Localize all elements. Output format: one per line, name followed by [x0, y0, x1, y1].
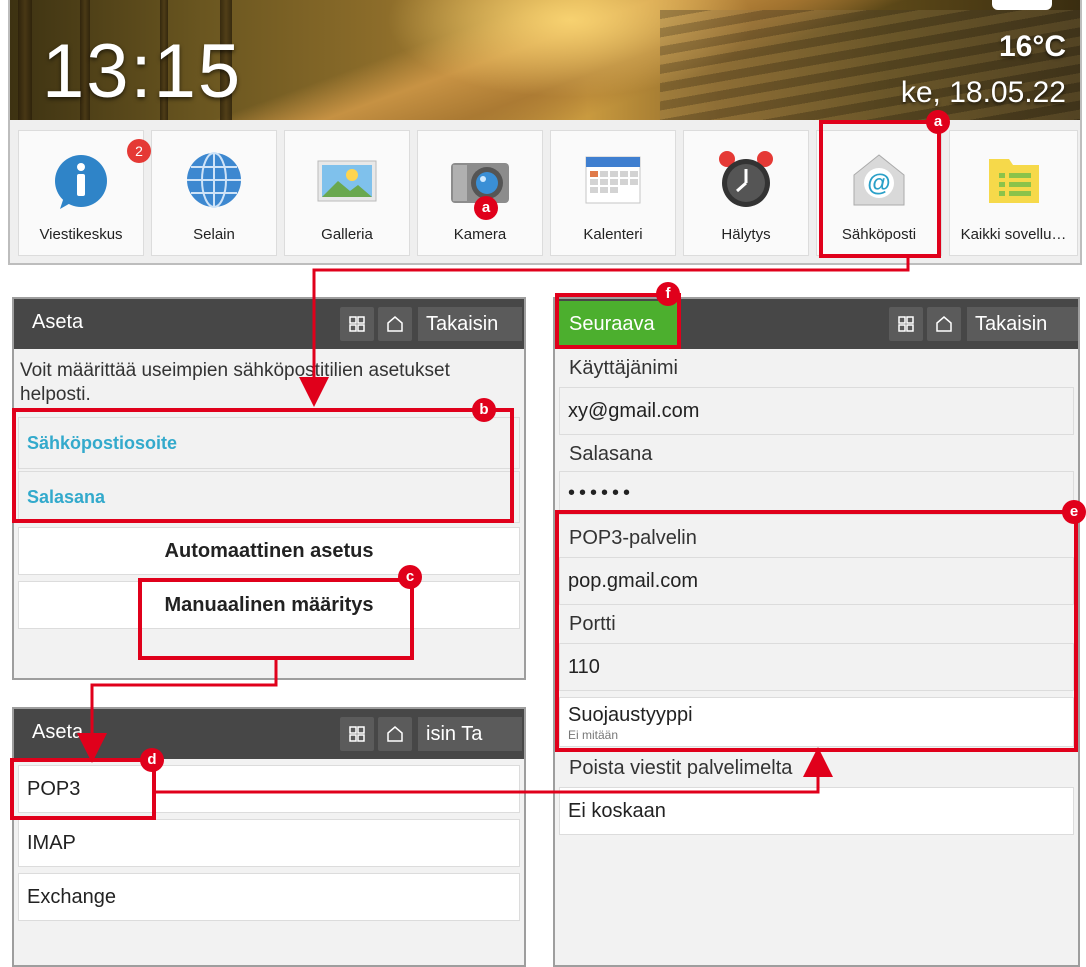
- home-screen: 13:15 16°C ke, 18.05.22 2 Viestikeskus S…: [8, 0, 1082, 265]
- security-type-label: Suojaustyyppi: [568, 704, 693, 726]
- clock-time: 13:15: [42, 29, 243, 114]
- app-label: Selain: [193, 226, 235, 243]
- grid-icon[interactable]: [889, 307, 923, 341]
- app-viestikeskus[interactable]: 2 Viestikeskus: [18, 130, 151, 256]
- app-label: Sähköposti: [841, 226, 917, 243]
- info-message-icon: [55, 155, 107, 209]
- back-button[interactable]: Takaisin: [967, 307, 1078, 341]
- app-halytys[interactable]: Hälytys: [683, 130, 809, 256]
- marker-b: b: [472, 398, 496, 422]
- grid-icon[interactable]: [340, 307, 374, 341]
- weather-temperature: 16°C: [998, 30, 1066, 63]
- alarm-clock-icon: [719, 151, 773, 207]
- port-input[interactable]: 110: [559, 643, 1074, 691]
- option-exchange[interactable]: Exchange: [18, 873, 520, 921]
- gallery-icon: [317, 160, 377, 202]
- app-label: Viestikeskus: [39, 226, 123, 243]
- password-input[interactable]: Salasana: [18, 471, 520, 523]
- email-address-input[interactable]: Sähköpostiosoite: [18, 417, 520, 469]
- marker-f: f: [656, 282, 680, 306]
- back-button[interactable]: isin Ta: [418, 717, 522, 751]
- grid-icon[interactable]: [340, 717, 374, 751]
- app-label: Hälytys: [721, 226, 771, 243]
- screen-title: Aseta: [32, 311, 84, 333]
- app-label: Kaikki sovellu…: [960, 226, 1067, 243]
- account-type-panel: Aseta isin Ta POP3 IMAP Exchange: [12, 707, 526, 967]
- weather-date: ke, 18.05.22: [900, 76, 1066, 109]
- password-field[interactable]: ••••••: [559, 471, 1074, 515]
- username-input[interactable]: xy@gmail.com: [559, 387, 1074, 435]
- app-shortcut-row: 2 Viestikeskus Selain Galleria Kamera Ka…: [18, 130, 1078, 256]
- all-apps-list-icon: [988, 159, 1039, 203]
- delete-from-server-label: Poista viestit palvelimelta: [569, 757, 793, 779]
- home-icon[interactable]: [378, 307, 412, 341]
- back-button[interactable]: Takaisin: [418, 307, 522, 341]
- app-kalenteri[interactable]: Kalenteri: [550, 130, 676, 256]
- home-icon[interactable]: [927, 307, 961, 341]
- option-imap[interactable]: IMAP: [18, 819, 520, 867]
- pop3-server-input[interactable]: pop.gmail.com: [559, 557, 1074, 605]
- unread-badge: 2: [127, 139, 151, 163]
- automatic-setup-button[interactable]: Automaattinen asetus: [18, 527, 520, 575]
- setup-description: Voit määrittää useimpien sähköpostitilie…: [20, 360, 450, 405]
- email-setup-panel: Aseta Takaisin Voit määrittää useimpien …: [12, 297, 526, 680]
- marker-a-camera: a: [474, 196, 498, 220]
- app-label: Galleria: [321, 226, 373, 243]
- marker-c: c: [398, 565, 422, 589]
- security-type-selector[interactable]: Suojaustyyppi Ei mitään: [559, 697, 1074, 747]
- globe-icon: [187, 152, 241, 208]
- wallpaper-image: 13:15 16°C ke, 18.05.22: [10, 0, 1080, 120]
- email-placeholder: Sähköpostiosoite: [27, 433, 178, 453]
- password-label: Salasana: [569, 443, 653, 465]
- app-label: Kalenteri: [583, 226, 643, 243]
- action-bar: Aseta Takaisin: [14, 299, 524, 349]
- app-kamera[interactable]: Kamera: [417, 130, 543, 256]
- screen-title: Aseta: [32, 721, 84, 743]
- app-selain[interactable]: Selain: [151, 130, 277, 256]
- app-sahkoposti[interactable]: @ Sähköposti: [816, 130, 942, 256]
- username-label: Käyttäjänimi: [569, 357, 678, 379]
- next-button[interactable]: Seuraava: [559, 301, 679, 347]
- action-bar: Aseta isin Ta: [14, 709, 524, 759]
- email-at-icon: @: [853, 154, 905, 206]
- app-label: Kamera: [453, 226, 507, 243]
- port-label: Portti: [569, 613, 616, 635]
- security-type-value: Ei mitään: [568, 728, 619, 742]
- action-bar: Seuraava Takaisin: [555, 299, 1078, 349]
- marker-a: a: [926, 110, 950, 134]
- tree-trunk: [18, 0, 32, 120]
- delete-from-server-selector[interactable]: Ei koskaan: [559, 787, 1074, 835]
- home-icon[interactable]: [378, 717, 412, 751]
- password-placeholder: Salasana: [27, 487, 106, 507]
- svg-text:@: @: [867, 170, 890, 197]
- app-kaikki-sovellukset[interactable]: Kaikki sovellu…: [949, 130, 1078, 256]
- pop3-server-label: POP3-palvelin: [569, 527, 697, 549]
- app-galleria[interactable]: Galleria: [284, 130, 410, 256]
- marker-d: d: [140, 748, 164, 772]
- marker-e: e: [1062, 500, 1086, 524]
- option-pop3[interactable]: POP3: [18, 765, 520, 813]
- server-settings-panel: Seuraava Takaisin Käyttäjänimi xy@gmail.…: [553, 297, 1080, 967]
- manual-setup-button[interactable]: Manuaalinen määritys: [18, 581, 520, 629]
- status-tab: [992, 0, 1052, 10]
- calendar-icon: [585, 156, 641, 204]
